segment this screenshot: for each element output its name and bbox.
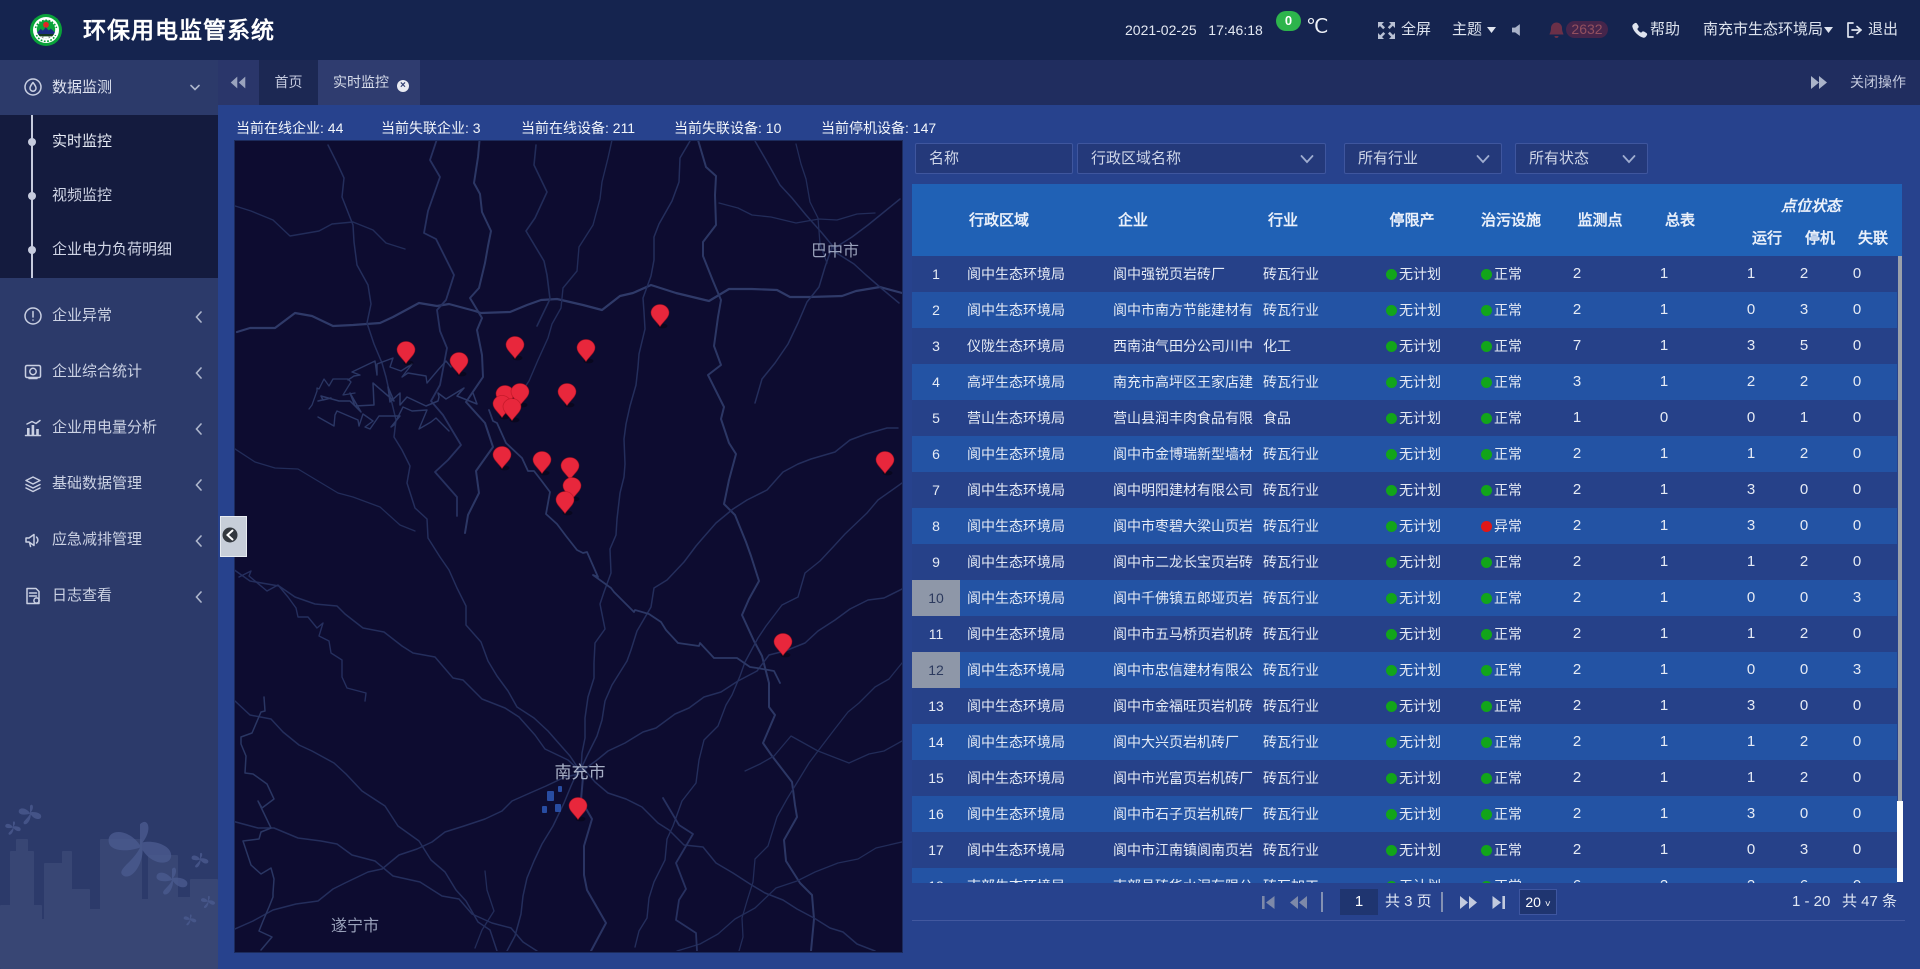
svg-text:遂宁市: 遂宁市 (331, 917, 379, 935)
